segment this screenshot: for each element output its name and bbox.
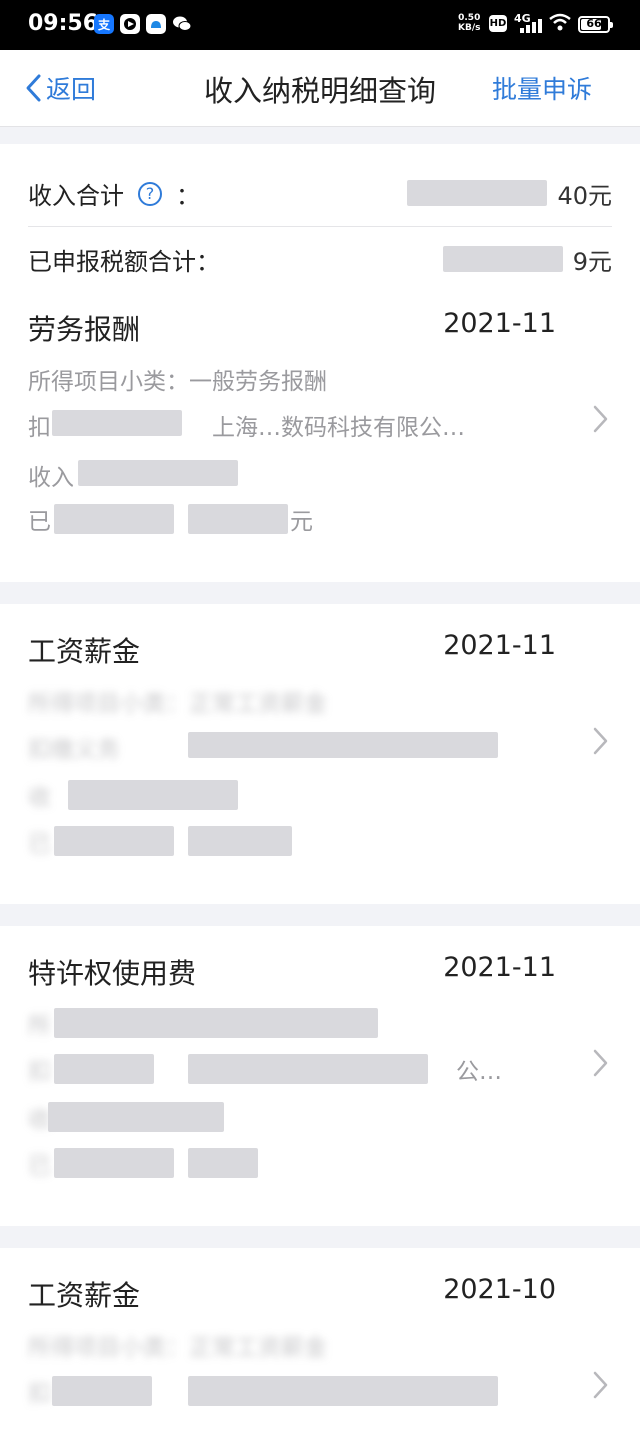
income-total-label-group: 收入合计 ? ： [28,176,200,211]
redacted-block [188,1054,428,1084]
record-income: 收 [28,1100,224,1134]
withholder-partial: 上海…数码科技有限公… [212,415,465,441]
redacted-block [54,1148,174,1178]
tax-suffix: 元 [290,509,313,535]
subcategory-partial: 所 [28,1013,51,1039]
chevron-right-icon [593,1049,608,1077]
record-type: 特许权使用费 [28,957,197,990]
withholder-prefix: 扣 [28,1381,51,1407]
wechat-icon [172,14,192,34]
tax-total-row: 已申报税额合计： 9元 [28,228,612,288]
record-subcategory: 所得项目小类：一般劳务报酬 [28,369,327,395]
redacted-block [188,732,498,758]
network-speed-unit: KB/s [458,23,481,33]
redacted-block [407,180,548,206]
hd-badge: HD [489,15,507,32]
record-type: 工资薪金 [28,1279,141,1312]
tax-prefix: 已 [28,509,51,535]
record-income: 收入 [28,458,238,492]
back-label: 返回 [46,75,97,104]
redacted-block [54,1054,154,1084]
income-total-label: 收入合计 [28,182,124,210]
help-icon[interactable]: ? [138,181,162,206]
record-card[interactable]: 特许权使用费 2021-11 所 扣 公… 收 已 [0,926,640,1226]
withholder-prefix: 扣 [28,1059,51,1085]
back-button[interactable]: 返回 [24,70,96,106]
record-withholder: 扣缴义务 [28,730,498,764]
tax-prefix: 已 [28,1153,51,1179]
record-withholder: 扣 上海…数码科技有限公… [28,408,465,442]
chevron-right-icon [593,727,608,755]
redacted-block [54,826,174,856]
batch-appeal-button[interactable]: 批量申诉 [492,70,592,106]
summary-divider [28,226,612,227]
record-tax: 已 元 [28,502,313,536]
record-subcategory: 所得项目小类：正常工资薪金 [28,684,327,718]
income-total-value-suffix: 40元 [557,182,612,210]
redacted-block [48,1102,224,1132]
record-type: 工资薪金 [28,635,141,668]
signal-icon [520,19,544,33]
record-tax: 已 [28,1146,258,1180]
withholder-prefix: 扣 [28,415,51,441]
record-type: 劳务报酬 [28,313,141,346]
record-withholder: 扣 [28,1374,498,1408]
status-bar: 09:56 支 0.50 KB/s HD 4G 66 [0,0,640,50]
income-total-value: 40元 [407,176,612,211]
withholder-prefix: 扣缴义务 [28,737,120,763]
income-total-colon: ： [176,182,200,210]
record-card[interactable]: 劳务报酬 2021-11 所得项目小类：一般劳务报酬 扣 上海…数码科技有限公…… [0,282,640,582]
income-total-row: 收入合计 ? ： 40元 [28,162,612,222]
redacted-block [188,826,292,856]
income-prefix: 收 [28,785,51,811]
record-date: 2021-10 [443,1274,556,1305]
status-time: 09:56 [28,11,99,36]
record-subcategory: 所得项目小类：正常工资薪金 [28,1328,327,1362]
chevron-right-icon [593,405,608,433]
navigation-bar: 返回 收入纳税明细查询 批量申诉 [0,50,640,127]
redacted-block [52,410,182,436]
chevron-left-icon [26,74,41,102]
redacted-block [52,1376,152,1406]
wifi-icon [549,13,571,35]
record-date: 2021-11 [443,630,556,661]
redacted-block [188,1376,498,1406]
record-date: 2021-11 [443,308,556,339]
tax-prefix: 已 [28,831,51,857]
alipay-icon: 支 [94,14,114,34]
redacted-block [188,504,288,534]
record-date: 2021-11 [443,952,556,983]
income-prefix: 收入 [28,465,74,491]
tax-total-value: 9元 [442,242,612,277]
tax-total-label: 已申报税额合计： [28,248,220,276]
redacted-block [68,780,238,810]
redacted-block [78,460,238,486]
withholder-partial: 公… [456,1059,502,1085]
record-card[interactable]: 工资薪金 2021-11 所得项目小类：正常工资薪金 扣缴义务 收 已 [0,604,640,904]
record-card[interactable]: 工资薪金 2021-10 所得项目小类：正常工资薪金 扣 [0,1248,640,1448]
redacted-block [188,1148,258,1178]
battery-level: 66 [586,17,602,30]
subcategory-partial: 所得项目小类：正常工资薪金 [28,1335,327,1361]
redacted-block [54,1008,378,1038]
redacted-block [54,504,174,534]
redacted-block [442,246,563,272]
record-income: 收 [28,778,238,812]
chevron-right-icon [593,1371,608,1399]
video-app-icon [120,14,140,34]
network-speed-value: 0.50 [458,13,481,23]
record-subcategory: 所 [28,1006,378,1040]
subcategory-partial: 所得项目小类：正常工资薪金 [28,691,327,717]
record-withholder: 扣 公… [28,1052,502,1086]
tax-total-value-suffix: 9元 [572,248,612,276]
record-tax: 已 [28,824,292,858]
network-speed: 0.50 KB/s [458,13,480,33]
battery-icon: 66 [578,16,613,33]
cloud-app-icon [146,14,166,34]
summary-panel: 收入合计 ? ： 40元 已申报税额合计： 9元 [0,144,640,282]
